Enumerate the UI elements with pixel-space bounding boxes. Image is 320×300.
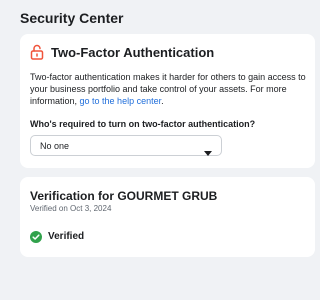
two-factor-description: Two-factor authentication makes it harde…: [30, 71, 310, 107]
help-center-link[interactable]: go to the help center: [80, 96, 162, 106]
verification-date: Verified on Oct 3, 2024: [30, 204, 112, 213]
two-factor-card: Two-Factor Authentication Two-factor aut…: [20, 34, 315, 168]
check-circle-icon: [30, 230, 42, 243]
verification-card: Verification for GOURMET GRUB Verified o…: [20, 177, 315, 257]
chevron-down-icon: [204, 143, 212, 156]
page-title: Security Center: [20, 10, 124, 26]
verified-status: Verified: [30, 230, 85, 243]
dropdown-selected-value: No one: [40, 140, 70, 151]
verified-label: Verified: [48, 230, 85, 242]
two-factor-description-text: Two-factor authentication makes it harde…: [30, 72, 306, 106]
required-users-dropdown[interactable]: No one: [30, 135, 222, 156]
two-factor-header: Two-Factor Authentication: [30, 44, 214, 60]
two-factor-title: Two-Factor Authentication: [51, 44, 215, 60]
two-factor-question: Who's required to turn on two-factor aut…: [30, 119, 256, 129]
description-end: .: [161, 96, 164, 106]
verification-title: Verification for GOURMET GRUB: [30, 189, 218, 203]
lock-open-icon: [30, 44, 44, 60]
